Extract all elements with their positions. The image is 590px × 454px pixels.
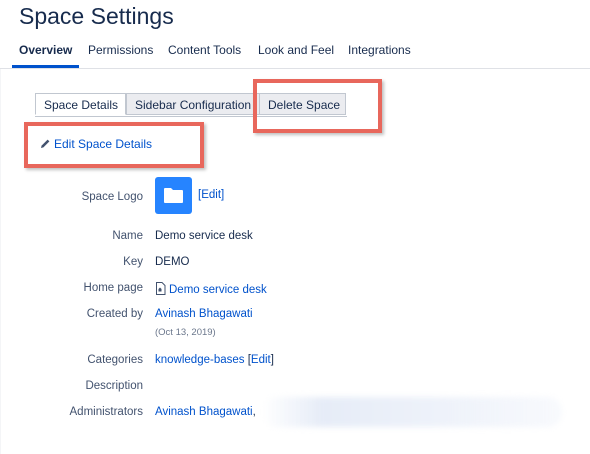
tab-overview[interactable]: Overview xyxy=(19,43,72,57)
tab-content-tools[interactable]: Content Tools xyxy=(168,43,241,57)
highlight-box-edit-space-details xyxy=(24,122,204,168)
space-logo xyxy=(155,177,192,214)
home-page-value: Demo service desk xyxy=(155,282,267,298)
logo-edit-link[interactable]: [Edit] xyxy=(198,189,224,201)
category-link[interactable]: knowledge-bases xyxy=(155,354,245,366)
administrator-link[interactable]: Avinash Bhagawati xyxy=(155,406,253,418)
tab-look-and-feel[interactable]: Look and Feel xyxy=(258,43,334,57)
name-label: Name xyxy=(112,230,143,242)
space-logo-label: Space Logo xyxy=(81,191,143,203)
content-edge xyxy=(0,68,1,454)
home-page-link[interactable]: Demo service desk xyxy=(169,284,267,296)
highlight-box-delete-space xyxy=(253,79,382,133)
page-title: Space Settings xyxy=(19,3,174,29)
key-value: DEMO xyxy=(155,256,190,268)
administrators-separator: , xyxy=(252,406,256,418)
categories-edit-link[interactable]: Edit xyxy=(251,354,271,366)
redacted-administrators xyxy=(262,397,562,427)
subtab-space-details[interactable]: Space Details xyxy=(35,93,126,115)
categories-edit-bracket-close: ] xyxy=(270,354,274,366)
created-date: (Oct 13, 2019) xyxy=(155,327,216,338)
home-page-label: Home page xyxy=(83,282,143,294)
active-tab-indicator xyxy=(12,65,79,68)
space-settings-nav: Overview Permissions Content Tools Look … xyxy=(0,41,590,69)
categories-value: knowledge-bases [Edit] xyxy=(155,354,274,366)
created-by-label: Created by xyxy=(86,308,143,320)
description-label: Description xyxy=(85,380,143,392)
page-icon xyxy=(155,282,166,298)
administrators-value: Avinash Bhagawati, xyxy=(155,406,256,418)
created-by-link[interactable]: Avinash Bhagawati xyxy=(155,308,253,320)
name-value: Demo service desk xyxy=(155,230,253,242)
tab-integrations[interactable]: Integrations xyxy=(348,43,411,57)
categories-label: Categories xyxy=(87,354,143,366)
administrators-label: Administrators xyxy=(69,406,144,418)
folder-icon xyxy=(163,187,184,209)
key-label: Key xyxy=(123,256,143,268)
tab-permissions[interactable]: Permissions xyxy=(88,43,153,57)
